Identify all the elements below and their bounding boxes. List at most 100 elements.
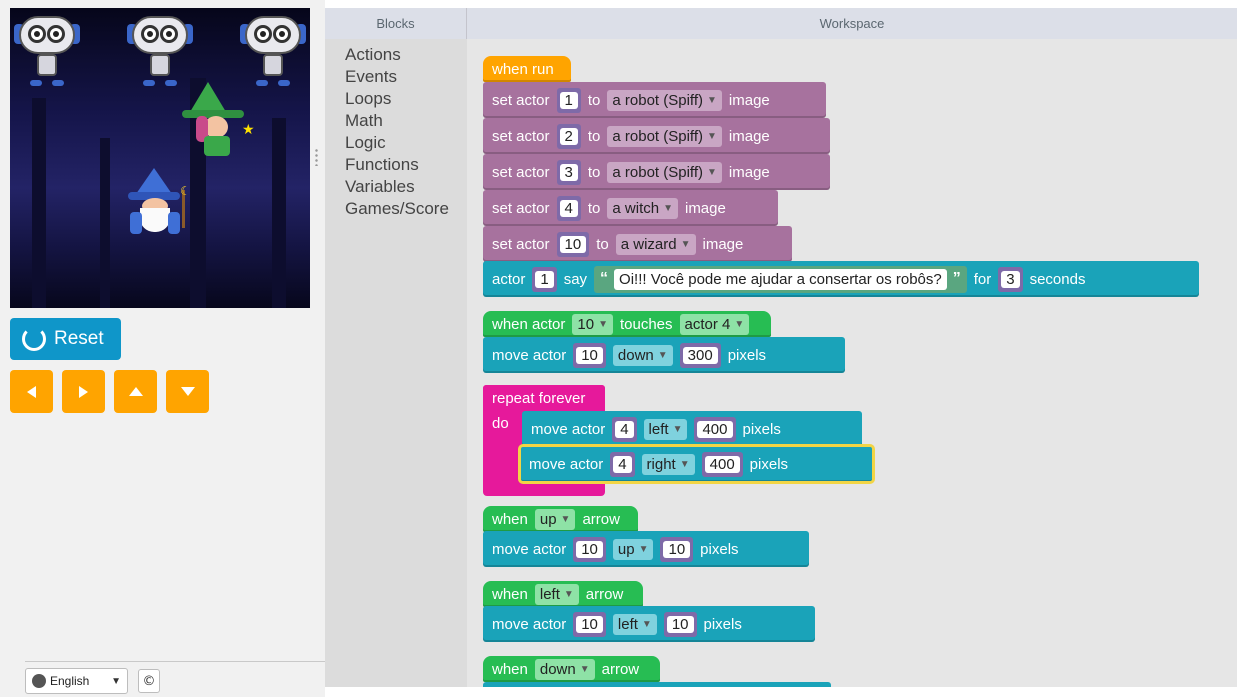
block-label: when run (492, 60, 554, 78)
block-label: set actor (492, 163, 550, 181)
block-label: when (492, 585, 528, 603)
number-value[interactable]: 4 (559, 199, 578, 217)
reset-button[interactable]: Reset (10, 318, 121, 360)
workspace[interactable]: when run set actor 1 to a robot (Spiff) ▼… (467, 39, 1237, 687)
block-label: move actor (492, 615, 567, 633)
key-dropdown[interactable]: up ▼ (534, 508, 576, 530)
block-label: when (492, 510, 528, 528)
number-value[interactable]: 10 (666, 615, 694, 633)
block-label: set actor (492, 127, 550, 145)
text-value[interactable]: Oi!!! Você pode me ajudar a consertar os… (614, 268, 947, 290)
when-arrow-block[interactable]: when up ▼ arrow (483, 506, 638, 532)
when-run-block[interactable]: when run (483, 56, 571, 82)
game-stage[interactable]: ★ ☾ (10, 8, 310, 308)
direction-dropdown[interactable]: right ▼ (641, 453, 695, 475)
up-arrow-button[interactable] (114, 370, 157, 413)
key-dropdown[interactable]: down ▼ (534, 658, 595, 680)
dropdown-value: a robot (Spiff) (612, 91, 703, 109)
left-arrow-button[interactable] (10, 370, 53, 413)
block-label: to (587, 199, 601, 217)
dropdown-value: left (648, 420, 669, 438)
block-label: to (587, 91, 601, 109)
dropdown-caret-icon: ▼ (657, 349, 668, 361)
category-loops[interactable]: Loops (345, 89, 391, 109)
when-actor-touches-block[interactable]: when actor 10 ▼ touches actor 4 ▼ (483, 311, 771, 337)
down-arrow-button[interactable] (166, 370, 209, 413)
dropdown-caret-icon: ▼ (560, 513, 571, 525)
set-actor-block[interactable]: set actor 4 to a witch ▼ image (483, 190, 778, 226)
direction-dropdown[interactable]: down ▼ (612, 344, 673, 366)
block-label: repeat forever (492, 389, 586, 407)
direction-dropdown[interactable]: left ▼ (643, 418, 688, 440)
globe-icon (32, 674, 46, 688)
number-value[interactable]: 10 (576, 615, 603, 633)
image-dropdown[interactable]: a robot (Spiff) ▼ (607, 161, 722, 183)
set-actor-block[interactable]: set actor 3 to a robot (Spiff) ▼ image (483, 154, 830, 190)
toolbox: Actions Events Loops Math Logic Function… (325, 39, 467, 687)
close-quote-icon: ” (952, 270, 961, 287)
dropdown-value: down (617, 346, 654, 364)
dropdown-caret-icon: ▼ (579, 663, 590, 675)
number-socket: 1 (556, 87, 581, 113)
category-variables[interactable]: Variables (345, 177, 415, 197)
number-socket: 10 (573, 536, 606, 562)
category-actions[interactable]: Actions (345, 45, 401, 65)
number-socket: 4 (612, 416, 637, 442)
category-games-score[interactable]: Games/Score (345, 199, 449, 219)
key-dropdown[interactable]: left ▼ (534, 583, 579, 605)
when-arrow-block[interactable]: when left ▼ arrow (483, 581, 643, 607)
chevron-down-icon: ▼ (111, 675, 121, 687)
actor-dropdown[interactable]: actor 4 ▼ (679, 313, 750, 335)
image-dropdown[interactable]: a witch ▼ (607, 197, 678, 219)
number-value[interactable]: 1 (535, 270, 554, 288)
direction-dropdown[interactable]: up ▼ (612, 538, 654, 560)
number-value[interactable]: 10 (576, 540, 603, 558)
number-value[interactable]: 400 (697, 420, 733, 438)
image-dropdown[interactable]: a robot (Spiff) ▼ (607, 89, 722, 111)
number-value[interactable]: 1 (559, 91, 578, 109)
number-value[interactable]: 4 (615, 420, 634, 438)
dropdown-caret-icon: ▼ (638, 543, 649, 555)
number-value[interactable]: 300 (682, 346, 718, 364)
right-arrow-button[interactable] (62, 370, 105, 413)
block-label: image (728, 91, 770, 109)
block-label: move actor (529, 455, 604, 473)
language-select[interactable]: English ▼ (25, 668, 128, 694)
block-label: image (702, 235, 744, 253)
dropdown-value: a witch (612, 199, 660, 217)
image-dropdown[interactable]: a robot (Spiff) ▼ (607, 125, 722, 147)
block-label: image (728, 163, 770, 181)
number-value[interactable]: 2 (559, 127, 578, 145)
block-label: seconds (1029, 270, 1086, 288)
number-value[interactable]: 3 (1001, 270, 1020, 288)
set-actor-block[interactable]: set actor 1 to a robot (Spiff) ▼ image (483, 82, 826, 118)
move-actor-block[interactable]: move actor 10 left ▼ 10 pixels (483, 606, 815, 642)
move-actor-block[interactable]: move actor 10 up ▼ 10 pixels (483, 531, 809, 567)
set-actor-block[interactable]: set actor 2 to a robot (Spiff) ▼ image (483, 118, 830, 154)
category-events[interactable]: Events (345, 67, 397, 87)
resize-grip[interactable] (314, 148, 319, 166)
number-value[interactable]: 400 (704, 455, 740, 473)
move-actor-block[interactable]: move actor 10 down ▼ 300 pixels (483, 337, 845, 373)
number-value[interactable]: 10 (559, 235, 587, 253)
category-math[interactable]: Math (345, 111, 383, 131)
copyright-button[interactable]: © (138, 669, 160, 693)
block-label: move actor (492, 346, 567, 364)
move-actor-block[interactable]: move actor 4 left ▼ 400 pixels (522, 411, 862, 447)
category-functions[interactable]: Functions (345, 155, 419, 175)
set-actor-block[interactable]: set actor 10 to a wizard ▼ image (483, 226, 792, 262)
image-dropdown[interactable]: a wizard ▼ (615, 233, 696, 255)
move-actor-block-selected[interactable]: move actor 4 right ▼ 400 pixels (518, 444, 875, 484)
when-arrow-block[interactable]: when down ▼ arrow (483, 656, 660, 682)
number-value[interactable]: 10 (576, 346, 603, 364)
direction-dropdown[interactable]: left ▼ (612, 613, 657, 635)
number-value[interactable]: 4 (613, 455, 632, 473)
actor-dropdown[interactable]: 10 ▼ (572, 313, 613, 335)
actor-say-block[interactable]: actor 1 say “ Oi!!! Você pode me ajudar … (483, 261, 1199, 297)
move-actor-block-partial[interactable] (483, 682, 831, 687)
number-value[interactable]: 10 (663, 540, 691, 558)
robot-sprite (12, 16, 82, 88)
number-value[interactable]: 3 (559, 163, 578, 181)
category-logic[interactable]: Logic (345, 133, 386, 153)
dropdown-caret-icon: ▼ (707, 166, 717, 178)
